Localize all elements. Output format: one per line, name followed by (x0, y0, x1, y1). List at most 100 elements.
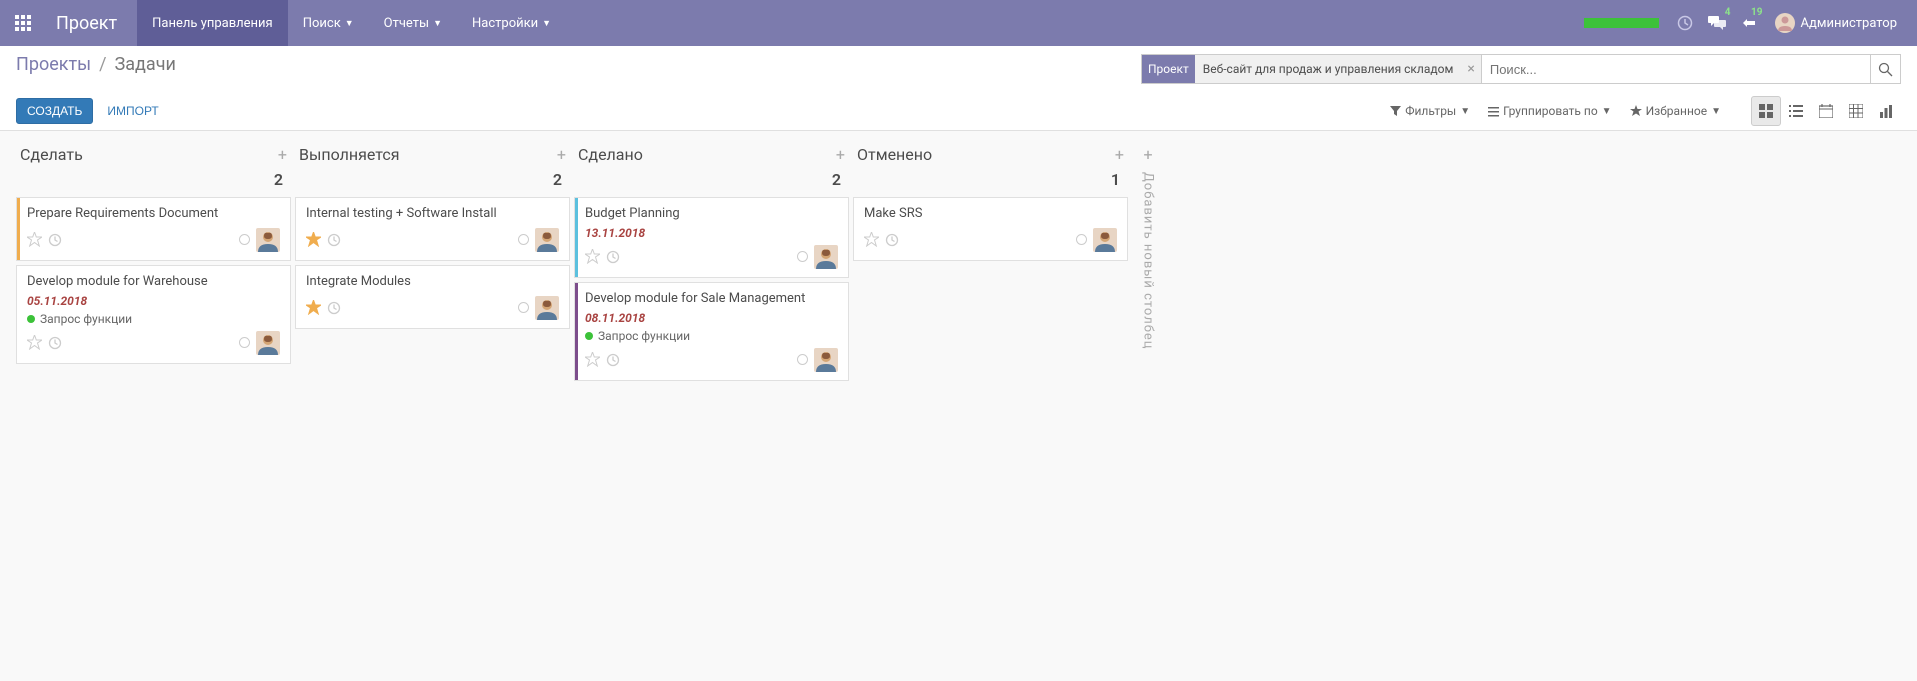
messages-badge: 4 (1725, 7, 1731, 18)
clock-icon[interactable] (885, 233, 899, 247)
plus-icon: + (1143, 145, 1152, 164)
status-dot[interactable] (1076, 234, 1087, 245)
card-title: Make SRS (864, 206, 1117, 223)
filter-bar: Фильтры▼ Группировать по▼ Избранное▼ (1390, 104, 1721, 118)
kanban-card[interactable]: Develop module for Warehouse05.11.2018За… (16, 265, 291, 364)
kanban-column: Отменено+1Make SRS (853, 145, 1128, 265)
avatar-icon[interactable] (256, 331, 280, 355)
status-dot[interactable] (797, 354, 808, 365)
breadcrumb-separator: / (99, 54, 106, 75)
breadcrumb-parent[interactable]: Проекты (16, 54, 91, 75)
clock-icon[interactable] (48, 336, 62, 350)
app-switcher[interactable] (0, 0, 46, 46)
column-title: Сделать (20, 145, 83, 164)
status-dot[interactable] (239, 337, 250, 348)
clock-icon[interactable] (606, 353, 620, 367)
breadcrumb: Проекты / Задачи (16, 54, 1141, 75)
star-icon[interactable] (864, 232, 879, 247)
column-add-icon[interactable]: + (1115, 145, 1124, 164)
view-kanban[interactable] (1751, 96, 1781, 126)
kanban-card[interactable]: Prepare Requirements Document (16, 197, 291, 261)
kanban-card[interactable]: Internal testing + Software Install (295, 197, 570, 261)
kanban-card[interactable]: Integrate Modules (295, 265, 570, 329)
app-title: Проект (46, 13, 127, 34)
column-add-icon[interactable]: + (278, 145, 287, 164)
view-calendar[interactable] (1811, 96, 1841, 126)
user-menu[interactable]: Администратор (1765, 13, 1908, 33)
card-date: 13.11.2018 (585, 226, 838, 240)
filters-dropdown[interactable]: Фильтры▼ (1390, 104, 1470, 118)
facet-value: Веб-сайт для продаж и управления складом (1195, 62, 1462, 76)
status-dot[interactable] (518, 302, 529, 313)
star-icon[interactable] (585, 352, 600, 367)
card-title: Prepare Requirements Document (27, 206, 280, 223)
status-dot[interactable] (797, 251, 808, 262)
create-button[interactable]: СОЗДАТЬ (16, 98, 93, 124)
topbar-right: 4 19 Администратор (1584, 0, 1917, 46)
card-date: 05.11.2018 (27, 294, 280, 308)
kanban-column: Сделано+2Budget Planning13.11.2018Develo… (574, 145, 849, 385)
nav-item-3[interactable]: Настройки▼ (457, 0, 566, 46)
column-count: 1 (853, 168, 1128, 197)
kanban-board: Сделать +2 Prepare Requirements Document De… (0, 131, 1917, 399)
star-icon[interactable] (27, 335, 42, 350)
avatar-icon[interactable] (535, 296, 559, 320)
card-date: 08.11.2018 (585, 311, 838, 325)
view-list[interactable] (1781, 96, 1811, 126)
user-avatar-icon (1775, 13, 1795, 33)
star-icon[interactable] (27, 232, 42, 247)
kanban-column: Сделать +2 Prepare Requirements Document De… (16, 145, 291, 368)
search-icon[interactable] (1870, 55, 1900, 83)
clock-icon[interactable] (606, 250, 620, 264)
notifications-icon[interactable]: 19 (1733, 0, 1765, 46)
card-title: Integrate Modules (306, 274, 559, 291)
view-graph[interactable] (1871, 96, 1901, 126)
progress-indicator[interactable] (1584, 18, 1659, 28)
search-box: Проект Веб-сайт для продаж и управления … (1141, 54, 1901, 84)
clock-icon[interactable] (48, 233, 62, 247)
column-count: 2 (16, 168, 291, 197)
funnel-icon (1390, 106, 1401, 117)
star-icon[interactable] (585, 249, 600, 264)
nav-item-2[interactable]: Отчеты▼ (369, 0, 457, 46)
nav-item-1[interactable]: Поиск▼ (288, 0, 369, 46)
star-icon[interactable] (306, 232, 321, 247)
apps-grid-icon (15, 15, 31, 31)
kanban-card[interactable]: Budget Planning13.11.2018 (574, 197, 849, 278)
favorites-dropdown[interactable]: Избранное▼ (1630, 104, 1721, 118)
control-panel: Проекты / Задачи Проект Веб-сайт для про… (0, 46, 1917, 131)
clock-icon[interactable] (1669, 0, 1701, 46)
column-add-icon[interactable]: + (557, 145, 566, 164)
column-title: Выполняется (299, 145, 400, 164)
view-pivot[interactable] (1841, 96, 1871, 126)
clock-icon[interactable] (327, 233, 341, 247)
facet-remove-icon[interactable]: × (1461, 61, 1480, 77)
status-dot[interactable] (518, 234, 529, 245)
column-title: Сделано (578, 145, 643, 164)
column-add-icon[interactable]: + (836, 145, 845, 164)
kanban-card[interactable]: Develop module for Sale Management 08.11.… (574, 282, 849, 381)
add-column-label: Добавить новый столбец (1141, 172, 1156, 350)
avatar-icon[interactable] (814, 245, 838, 269)
search-input[interactable] (1482, 55, 1870, 83)
status-dot[interactable] (239, 234, 250, 245)
breadcrumb-current: Задачи (115, 54, 176, 75)
avatar-icon[interactable] (256, 228, 280, 252)
avatar-icon[interactable] (814, 348, 838, 372)
avatar-icon[interactable] (535, 228, 559, 252)
card-title: Internal testing + Software Install (306, 206, 559, 223)
nav-item-0[interactable]: Панель управления (137, 0, 288, 46)
kanban-card[interactable]: Make SRS (853, 197, 1128, 261)
main-nav: Панель управленияПоиск▼Отчеты▼Настройки▼ (137, 0, 566, 46)
avatar-icon[interactable] (1093, 228, 1117, 252)
clock-icon[interactable] (327, 301, 341, 315)
column-count: 2 (295, 168, 570, 197)
search-facet: Проект Веб-сайт для продаж и управления … (1142, 55, 1482, 83)
groupby-dropdown[interactable]: Группировать по▼ (1488, 104, 1611, 118)
import-button[interactable]: ИМПОРТ (97, 98, 168, 124)
messages-icon[interactable]: 4 (1701, 0, 1733, 46)
star-icon[interactable] (306, 300, 321, 315)
card-title: Develop module for Sale Management (585, 291, 838, 308)
add-column[interactable]: + Добавить новый столбец (1132, 145, 1164, 350)
card-tag: Запрос функции (585, 329, 838, 343)
